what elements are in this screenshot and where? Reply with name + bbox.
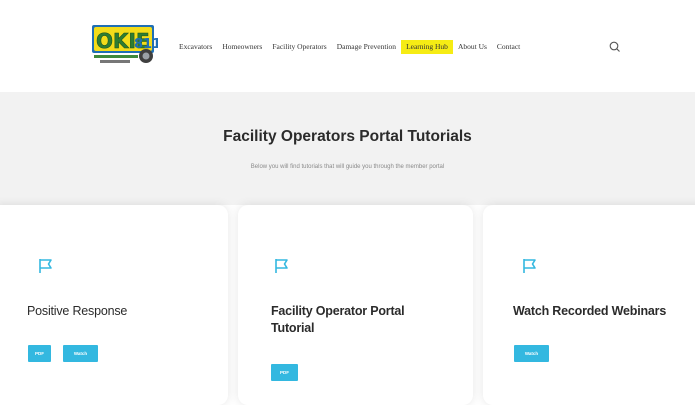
nav-item-facility-operators[interactable]: Facility Operators xyxy=(267,40,331,54)
okie811-logo[interactable]: OKIE 811 xyxy=(90,22,158,68)
flag-icon xyxy=(39,259,52,273)
tutorial-card-facility-operator-portal: Facility Operator Portal Tutorial PDF xyxy=(238,205,473,405)
nav-item-homeowners[interactable]: Homeowners xyxy=(217,40,267,54)
nav-item-damage-prevention[interactable]: Damage Prevention xyxy=(332,40,401,54)
watch-button[interactable]: Watch xyxy=(63,345,98,362)
flag-icon xyxy=(523,259,536,273)
flag-icon xyxy=(275,259,288,273)
page-title: Facility Operators Portal Tutorials xyxy=(223,128,472,145)
watch-button[interactable]: Watch xyxy=(514,345,549,362)
card-title: Watch Recorded Webinars xyxy=(513,304,667,318)
pdf-button[interactable]: PDF xyxy=(28,345,51,362)
tutorial-card-positive-response: Positive Response PDF Watch xyxy=(0,205,228,405)
site-header: OKIE 811 Excavators Homeowners Facility … xyxy=(0,0,695,92)
page-subtitle: Below you will find tutorials that will … xyxy=(250,164,445,170)
hero-banner xyxy=(0,92,695,205)
card-title: Positive Response xyxy=(27,304,128,318)
card-title: Facility Operator Portal Tutorial xyxy=(271,304,405,335)
nav-item-learning-hub[interactable]: Learning Hub xyxy=(401,40,453,54)
nav-item-about-us[interactable]: About Us xyxy=(453,40,492,54)
nav-item-excavators[interactable]: Excavators xyxy=(174,40,217,54)
main-nav: Excavators Homeowners Facility Operators… xyxy=(174,40,525,54)
pdf-button[interactable]: PDF xyxy=(271,364,298,381)
search-icon[interactable] xyxy=(608,40,622,54)
tutorial-card-recorded-webinars: Watch Recorded Webinars Watch xyxy=(483,205,695,405)
nav-item-contact[interactable]: Contact xyxy=(492,40,525,54)
